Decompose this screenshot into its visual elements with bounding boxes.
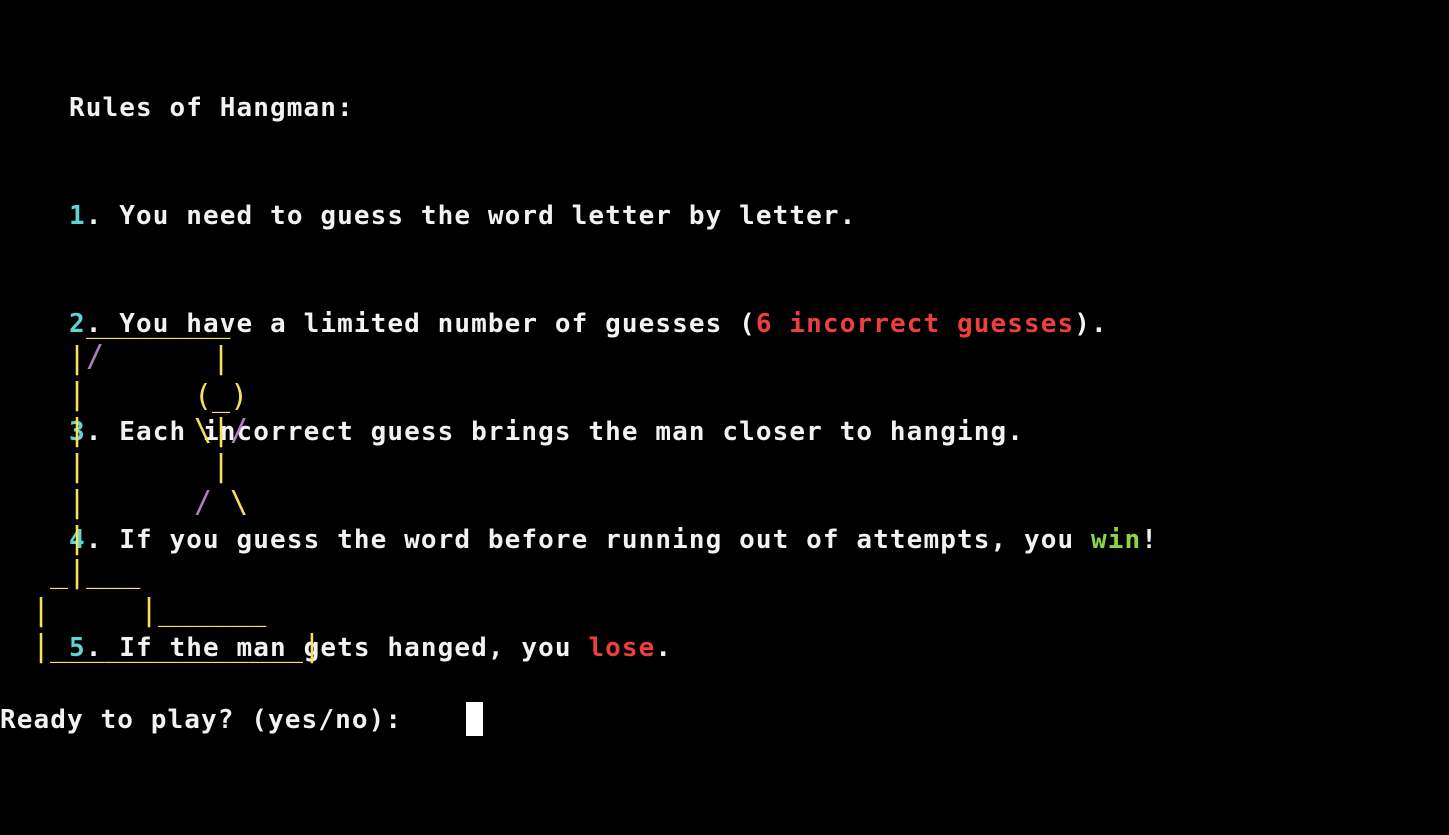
hangman-torso: | — [212, 449, 231, 484]
rule-text: Each incorrect guess brings the man clos… — [119, 417, 1024, 447]
rule-text-end: . — [655, 633, 673, 663]
rule-highlight-lose: lose — [588, 633, 656, 663]
text-cursor[interactable] — [466, 702, 483, 736]
rule-number: 1 — [69, 201, 86, 231]
hangman-leg-right: \ — [230, 485, 249, 520]
rule-item-2: 2. You have a limited number of guesses … — [69, 309, 1108, 339]
rule-text: If you guess the word before running out… — [119, 525, 1091, 555]
hangman-arm-left: \ — [194, 413, 213, 448]
gallows-top-beam: ________ — [86, 305, 231, 340]
rule-highlight-win: win — [1090, 525, 1142, 555]
rule-item-4: 4. If you guess the word before running … — [69, 525, 1159, 555]
rules-title: Rules of Hangman: — [69, 93, 354, 123]
gallows-pole: | — [68, 377, 87, 412]
gallows-base-top: _|___ — [50, 555, 141, 590]
gallows-base-step: |______ — [140, 593, 267, 628]
gallows-base-left: | — [32, 593, 51, 628]
gallows-pole: | — [68, 413, 87, 448]
hangman-arm-right: / — [230, 413, 249, 448]
hangman-body: | — [212, 413, 231, 448]
gallows-pole: | — [68, 341, 87, 376]
gallows-base-bottom: |______________| — [32, 629, 321, 664]
rule-text-end: ). — [1074, 309, 1108, 339]
rule-item-1: 1. You need to guess the word letter by … — [69, 201, 857, 231]
rule-number: 2 — [69, 309, 86, 339]
gallows-rope: | — [212, 341, 231, 376]
gallows-pole: | — [68, 449, 87, 484]
terminal-window: Rules of Hangman: 1. You need to guess t… — [0, 0, 1449, 835]
rule-text: You need to guess the word letter by let… — [119, 201, 857, 231]
ready-prompt: Ready to play? (yes/no): — [0, 705, 419, 735]
hangman-head: (_) — [194, 379, 249, 414]
gallows-pole: | — [68, 485, 87, 520]
hangman-leg-left: / — [194, 485, 213, 520]
rule-text-end: ! — [1141, 525, 1159, 555]
gallows-pole: | — [68, 521, 87, 556]
rule-highlight-guesses: 6 incorrect guesses — [755, 309, 1075, 339]
gallows-brace: / — [86, 339, 105, 374]
